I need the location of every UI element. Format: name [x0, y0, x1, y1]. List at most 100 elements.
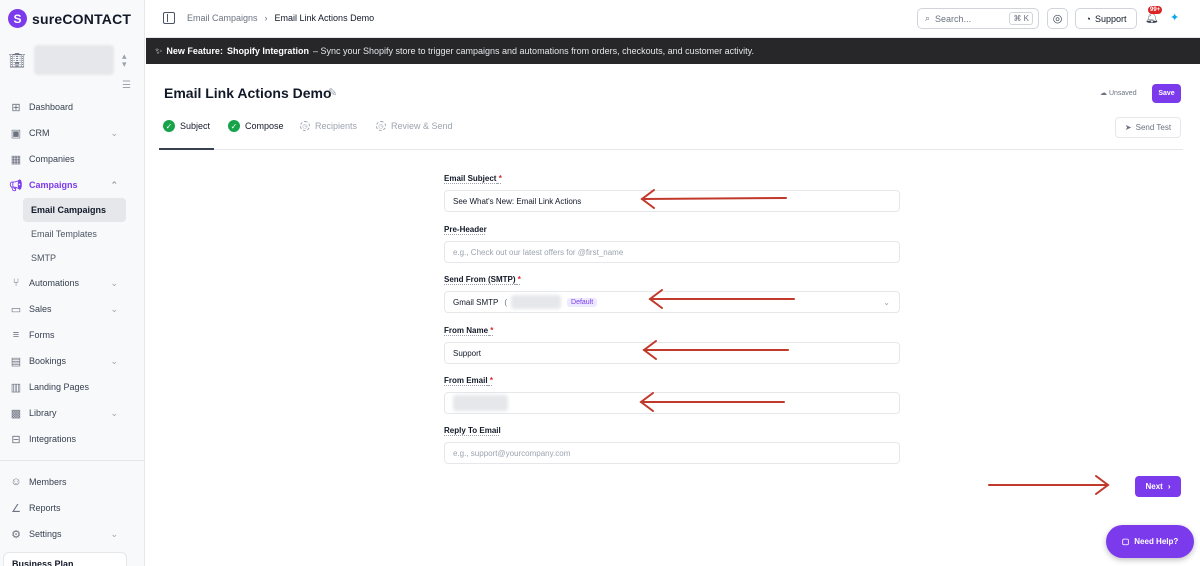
chevron-down-icon: ⌄	[110, 127, 118, 138]
sidebar-item-companies[interactable]: ▦ Companies	[0, 146, 145, 172]
megaphone-icon: 📢︎	[9, 179, 23, 192]
sidebar-item-label: Members	[29, 477, 67, 487]
sidebar-item-label: Integrations	[29, 434, 77, 444]
save-button[interactable]: Save	[1152, 84, 1181, 103]
preheader-input[interactable]: e.g., Check out our latest offers for @f…	[444, 241, 900, 263]
sidebar-item-members[interactable]: ☺ Members	[0, 469, 145, 495]
sidebar-item-label: CRM	[29, 128, 50, 138]
chevron-down-icon: ⌄	[110, 355, 118, 366]
from-email-input[interactable]	[444, 392, 900, 414]
sidebar-toggle-icon[interactable]	[163, 12, 175, 24]
app-switcher-icon[interactable]: ✦	[1170, 11, 1179, 24]
sidebar-item-reports[interactable]: ∠ Reports	[0, 495, 145, 521]
send-from-field: Send From (SMTP) * Gmail SMTP ( Default …	[444, 275, 900, 313]
sidebar-item-bookings[interactable]: ▤ Bookings ⌄	[0, 348, 145, 374]
sidebar-item-dashboard[interactable]: ⊞ Dashboard	[0, 94, 145, 120]
sidebar-subitem-smtp[interactable]: SMTP	[23, 246, 126, 270]
globe-icon: ◎	[1052, 13, 1063, 25]
support-button[interactable]: ◔ Support	[1075, 8, 1137, 29]
send-icon: ➤	[1124, 123, 1132, 132]
sidebar-item-label: Campaigns	[29, 180, 78, 190]
layout-icon: ▥	[10, 381, 22, 394]
search-icon: ⌕	[925, 13, 931, 23]
send-test-button[interactable]: ➤ Send Test	[1115, 117, 1181, 138]
save-status: ☁︎ Unsaved	[1100, 90, 1137, 97]
from-name-input[interactable]: Support	[444, 342, 900, 364]
search-input[interactable]: ⌕ Search... ⌘ K	[917, 8, 1039, 29]
sidebar-item-forms[interactable]: ≡ Forms	[0, 322, 145, 348]
sidebar-item-automations[interactable]: ⑂ Automations ⌄	[0, 270, 145, 296]
sidebar-item-label: Landing Pages	[29, 382, 90, 392]
step-tabs: ✓ Subject ✓ Compose ◷ Recipients ◷ Revie…	[163, 119, 453, 133]
breadcrumb-email-campaigns[interactable]: Email Campaigns	[187, 13, 258, 23]
chevron-up-icon: ⌃	[110, 179, 118, 190]
reply-to-label: Reply To Email	[444, 426, 501, 435]
sidebar-item-label: Companies	[29, 154, 75, 164]
sidebar-item-crm[interactable]: ▣ CRM ⌄	[0, 120, 145, 146]
need-help-button[interactable]: ▢ Need Help?	[1106, 525, 1194, 558]
sidebar-item-label: Settings	[29, 529, 62, 539]
tab-recipients[interactable]: ◷ Recipients	[300, 119, 376, 133]
sidebar-item-label: Automations	[29, 278, 80, 288]
calendar-icon: ▤	[10, 355, 22, 368]
feature-banner[interactable]: ✨︎ New Feature: Shopify Integration – Sy…	[146, 38, 1200, 64]
tab-subject[interactable]: ✓ Subject	[163, 119, 228, 133]
sidebar-item-settings[interactable]: ⚙ Settings ⌄	[0, 521, 145, 547]
next-button[interactable]: Next ›	[1135, 476, 1181, 497]
globe-button[interactable]: ◎	[1047, 8, 1068, 29]
send-from-select[interactable]: Gmail SMTP ( Default ⌄	[444, 291, 900, 313]
reply-to-input[interactable]: e.g., support@yourcompany.com	[444, 442, 900, 464]
send-from-label: Send From (SMTP) *	[444, 275, 521, 284]
chevron-right-icon: ›	[1167, 482, 1171, 491]
workspace-name-redacted	[34, 45, 114, 75]
from-email-redacted	[453, 395, 508, 411]
collapse-sidebar-icon[interactable]: ☰	[122, 80, 131, 91]
step-label: Review & Send	[391, 121, 453, 131]
cart-icon: ▭	[10, 303, 22, 316]
chevron-down-icon: ⌄	[110, 528, 118, 539]
tab-compose[interactable]: ✓ Compose	[228, 119, 300, 133]
check-icon: ✓	[228, 120, 240, 132]
arrow-next	[988, 475, 1110, 495]
flow-icon: ⑂	[12, 277, 20, 289]
chat-icon: ▢	[1121, 537, 1130, 546]
tab-review-send[interactable]: ◷ Review & Send	[376, 119, 453, 133]
banner-text: – Sync your Shopify store to trigger cam…	[312, 46, 754, 56]
sidebar-subitem-email-campaigns[interactable]: Email Campaigns	[23, 198, 126, 222]
building-icon: 🏢︎	[8, 52, 26, 68]
sidebar-item-campaigns[interactable]: 📢︎ Campaigns ⌃	[0, 172, 145, 198]
puzzle-icon: ⊟	[11, 433, 21, 446]
clock-icon: ◷	[376, 121, 386, 131]
sidebar-item-library[interactable]: ▩ Library ⌄	[0, 400, 145, 426]
page-title: Email Link Actions Demo	[164, 85, 332, 101]
sidebar-item-sales[interactable]: ▭ Sales ⌄	[0, 296, 145, 322]
support-label: Support	[1094, 13, 1127, 24]
plan-card[interactable]: Business Plan	[3, 552, 127, 566]
sidebar-item-integrations[interactable]: ⊟ Integrations	[0, 426, 145, 452]
chart-icon: ∠	[11, 502, 21, 515]
pencil-icon[interactable]: ✎	[328, 86, 337, 99]
email-subject-label: Email Subject *	[444, 174, 502, 183]
active-tab-indicator	[159, 148, 214, 150]
sidebar-subitem-email-templates[interactable]: Email Templates	[23, 222, 126, 246]
smtp-email-redacted	[511, 295, 562, 309]
brand-logo-icon: S	[8, 9, 27, 28]
sidebar: S sureCONTACT 🏢︎ ▴ ▾ ☰ ⊞ Dashboard ▣ CRM …	[0, 0, 145, 566]
workspace-switcher[interactable]: 🏢︎ ▴ ▾	[8, 42, 136, 78]
grid-icon: ⊞	[11, 101, 21, 114]
brand-logo[interactable]: S sureCONTACT	[8, 9, 131, 28]
preheader-label: Pre-Header	[444, 225, 487, 234]
from-email-field: From Email *	[444, 376, 900, 414]
sidebar-item-label: Library	[29, 408, 57, 418]
chevron-down-icon: ⌄	[883, 298, 890, 307]
sidebar-nav: ⊞ Dashboard ▣ CRM ⌄ ▦ Companies 📢︎ Campa…	[0, 94, 145, 547]
email-subject-input[interactable]: See What's New: Email Link Actions	[444, 190, 900, 212]
sidebar-item-landing-pages[interactable]: ▥ Landing Pages	[0, 374, 145, 400]
reply-to-field: Reply To Email e.g., support@yourcompany…	[444, 426, 900, 464]
need-help-label: Need Help?	[1134, 537, 1179, 546]
chevron-down-icon: ⌄	[110, 277, 118, 288]
sidebar-item-label: Bookings	[29, 356, 67, 366]
clock-icon: ◷	[300, 121, 310, 131]
brand-name: sureCONTACT	[32, 10, 132, 27]
sidebar-item-label: Forms	[29, 330, 55, 340]
